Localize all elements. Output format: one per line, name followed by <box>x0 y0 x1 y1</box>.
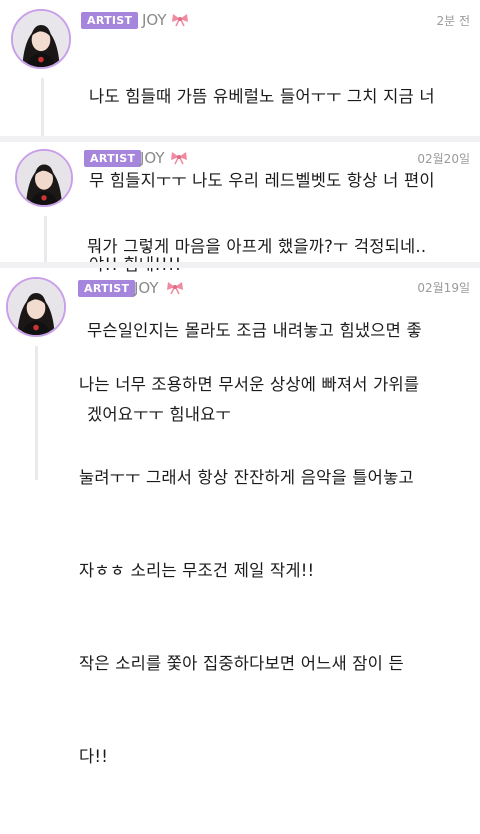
timestamp: 02월19일 <box>417 281 470 295</box>
timestamp: 02월20일 <box>417 152 470 166</box>
avatar[interactable] <box>11 9 71 69</box>
avatar-image <box>8 279 64 335</box>
thread-line <box>44 216 47 266</box>
comment-line: 뭐가 그렇게 마음을 아프게 했을까?ㅜ 걱정되네.. <box>87 237 427 256</box>
comment-card: ARTIST JOY 2분 전 나도 힘들때 가뜸 유베럴노 들어ㅜㅜ 그치 지… <box>0 0 480 274</box>
comment-text: 나는 너무 조용하면 무서운 상상에 빠져서 가위를 눌려ㅜㅜ 그래서 항상 잔… <box>79 307 419 834</box>
avatar[interactable] <box>6 277 66 337</box>
timestamp: 2분 전 <box>436 14 470 28</box>
comment-line: 나는 너무 조용하면 무서운 상상에 빠져서 가위를 <box>79 375 420 394</box>
artist-badge: ARTIST <box>78 280 136 297</box>
bow-icon <box>171 152 187 165</box>
avatar-image <box>17 151 71 205</box>
author-name[interactable]: JOY <box>140 150 165 167</box>
avatar-image <box>13 11 69 67</box>
bow-icon <box>172 14 188 27</box>
comment-line: 작은 소리를 쫓아 집중하다보면 어느새 잠이 든 <box>79 654 404 673</box>
comment-line: 나도 힘들때 가뜸 유베럴노 들어ㅜㅜ 그치 지금 너 <box>89 87 435 106</box>
bow-icon <box>167 282 183 295</box>
author-name[interactable]: JOY <box>134 280 159 297</box>
artist-badge: ARTIST <box>84 150 142 167</box>
comment-line: 눌려ㅜㅜ 그래서 항상 잔잔하게 음악을 틀어놓고 <box>79 468 414 487</box>
thread-line <box>41 78 44 136</box>
comment-card: ARTIST JOY 02월20일 뭐가 그렇게 마음을 아프게 했을까?ㅜ 걱… <box>0 142 480 424</box>
thread-line <box>35 346 38 480</box>
comment-line: 자ㅎㅎ 소리는 무조건 제일 작게!! <box>79 561 315 580</box>
avatar[interactable] <box>15 149 73 207</box>
comment-card: ARTIST JOY 02월19일 나는 너무 조용하면 무서운 상상에 빠져서… <box>0 268 480 766</box>
comment-line: 다!! <box>79 747 109 766</box>
